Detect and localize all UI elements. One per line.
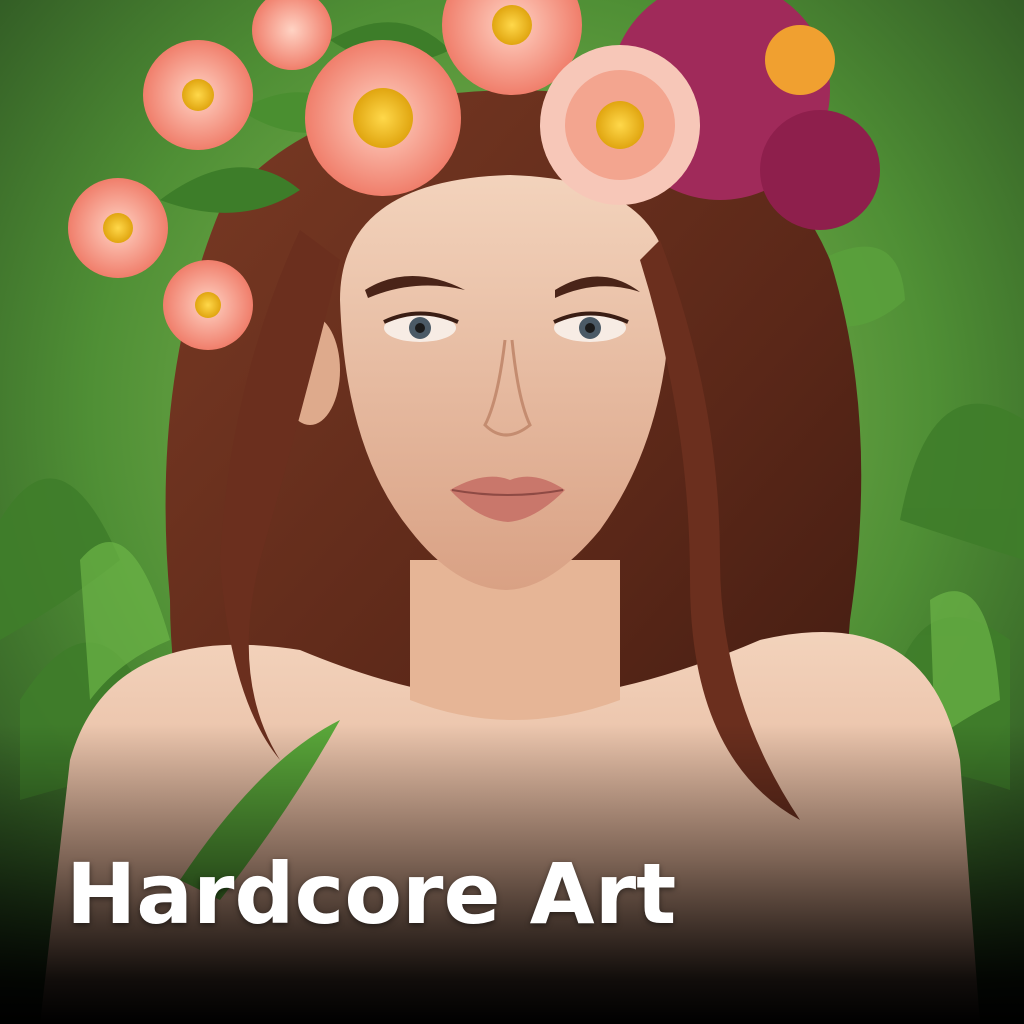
art-card[interactable]: Hardcore Art (0, 0, 1024, 1024)
card-caption: Hardcore Art (66, 845, 677, 943)
